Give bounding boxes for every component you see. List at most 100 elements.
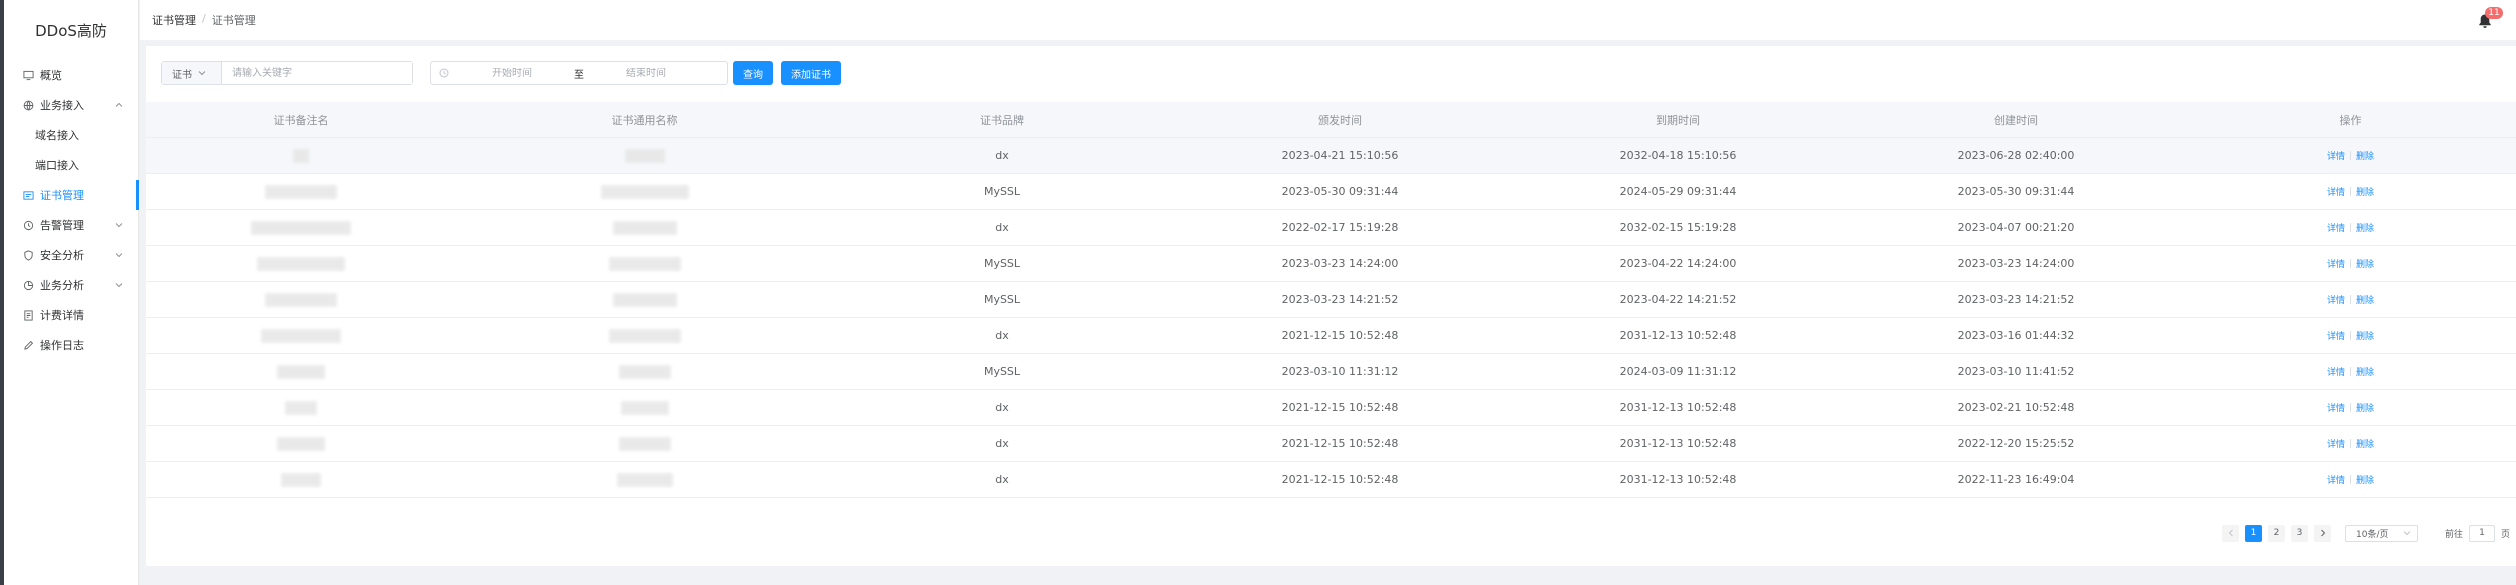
redacted-block	[277, 364, 325, 379]
cell-actions: 详情 删除	[2185, 282, 2516, 317]
query-button[interactable]: 查询	[733, 61, 773, 85]
sidebar-item-6[interactable]: 安全分析	[4, 240, 138, 270]
sidebar-item-4[interactable]: 证书管理	[4, 180, 139, 210]
column-header-remark: 证书备注名	[273, 113, 329, 127]
cell-remark-redacted	[146, 354, 456, 389]
chevron-down-icon	[2403, 531, 2411, 536]
column-header-actions: 操作	[2339, 113, 2362, 127]
detail-link[interactable]: 详情	[2327, 365, 2345, 378]
detail-link[interactable]: 详情	[2327, 293, 2345, 306]
delete-link[interactable]: 删除	[2356, 221, 2374, 234]
prev-page-button[interactable]	[2222, 524, 2239, 542]
detail-link[interactable]: 详情	[2327, 221, 2345, 234]
cell-common-name-redacted	[456, 210, 833, 245]
page-button-2[interactable]: 2	[2268, 524, 2285, 542]
cell-actions: 详情 删除	[2185, 210, 2516, 245]
detail-link[interactable]: 详情	[2327, 329, 2345, 342]
cell-common-name-redacted	[456, 174, 833, 209]
table-row: MySSL 2023-05-30 09:31:44 2024-05-29 09:31…	[146, 174, 2516, 210]
page-button-3[interactable]: 3	[2291, 524, 2308, 542]
cell-actions: 详情 删除	[2185, 174, 2516, 209]
sidebar-item-2[interactable]: 域名接入	[4, 120, 138, 150]
delete-link[interactable]: 删除	[2356, 185, 2374, 198]
table-row: MySSL 2023-03-23 14:24:00 2023-04-22 14:24…	[146, 246, 2516, 282]
cell-created: 2023-04-07 00:21:20	[1957, 221, 2075, 234]
sidebar-item-9[interactable]: 操作日志	[4, 330, 138, 360]
delete-link[interactable]: 删除	[2356, 473, 2374, 486]
sidebar-item-label: 计费详情	[40, 309, 84, 322]
cell-brand: MySSL	[983, 293, 1021, 306]
row-actions: 详情 删除	[2327, 401, 2374, 414]
sidebar-item-label: 概览	[40, 69, 62, 82]
cell-actions: 详情 删除	[2185, 354, 2516, 389]
cell-expires: 2032-04-18 15:10:56	[1619, 149, 1737, 162]
cell-common-name-redacted	[456, 426, 833, 461]
cell-brand: dx	[995, 401, 1009, 414]
sidebar-item-8[interactable]: 计费详情	[4, 300, 138, 330]
cell-remark-redacted	[146, 246, 456, 281]
redacted-block	[618, 364, 671, 379]
cell-remark-redacted	[146, 174, 456, 209]
cell-expires: 2031-12-13 10:52:48	[1619, 329, 1737, 342]
chevron-left-icon	[2228, 529, 2233, 537]
divider	[2350, 259, 2351, 268]
breadcrumb-item-parent[interactable]: 证书管理	[152, 12, 196, 28]
delete-link[interactable]: 删除	[2356, 437, 2374, 450]
cell-issued: 2021-12-15 10:52:48	[1281, 401, 1399, 414]
delete-link[interactable]: 删除	[2356, 293, 2374, 306]
divider	[2350, 475, 2351, 484]
sidebar-item-0[interactable]: 概览	[4, 60, 138, 90]
breadcrumb: 证书管理 / 证书管理	[152, 12, 256, 28]
cell-remark-redacted	[146, 462, 456, 497]
delete-link[interactable]: 删除	[2356, 149, 2374, 162]
sidebar-item-3[interactable]: 端口接入	[4, 150, 138, 180]
sidebar-item-1[interactable]: 业务接入	[4, 90, 138, 120]
column-header-brand: 证书品牌	[980, 113, 1024, 127]
redacted-block	[277, 436, 325, 451]
detail-link[interactable]: 详情	[2327, 257, 2345, 270]
sidebar-item-label: 端口接入	[35, 159, 79, 172]
next-page-button[interactable]	[2314, 524, 2331, 542]
detail-link[interactable]: 详情	[2327, 149, 2345, 162]
start-date-input[interactable]	[457, 67, 567, 79]
table-row: dx 2021-12-15 10:52:48 2031-12-13 10:52:48…	[146, 390, 2516, 426]
date-range-picker[interactable]: 至	[430, 61, 728, 85]
cell-brand: dx	[995, 221, 1009, 234]
cell-brand: MySSL	[983, 257, 1021, 270]
divider	[2350, 403, 2351, 412]
row-actions: 详情 删除	[2327, 185, 2374, 198]
end-date-input[interactable]	[591, 67, 701, 79]
cell-common-name-redacted	[456, 390, 833, 425]
keyword-input[interactable]	[222, 62, 412, 84]
cell-issued: 2022-02-17 15:19:28	[1281, 221, 1399, 234]
delete-link[interactable]: 删除	[2356, 401, 2374, 414]
cell-common-name-redacted	[456, 318, 833, 353]
goto-page-input[interactable]	[2469, 524, 2496, 542]
page-suffix: 页	[2501, 529, 2511, 540]
redacted-block	[261, 328, 341, 343]
delete-link[interactable]: 删除	[2356, 329, 2374, 342]
add-certificate-button[interactable]: 添加证书	[781, 61, 841, 85]
detail-link[interactable]: 详情	[2327, 473, 2345, 486]
search-field-select[interactable]: 证书	[162, 62, 222, 84]
delete-link[interactable]: 删除	[2356, 365, 2374, 378]
search-group: 证书	[161, 61, 413, 85]
sidebar-item-7[interactable]: 业务分析	[4, 270, 138, 300]
detail-link[interactable]: 详情	[2327, 185, 2345, 198]
redacted-block	[612, 292, 677, 307]
cell-brand: dx	[995, 149, 1009, 162]
page-button-1[interactable]: 1	[2245, 524, 2262, 542]
divider	[2350, 295, 2351, 304]
cell-brand: dx	[995, 437, 1009, 450]
cell-created: 2022-11-23 16:49:04	[1957, 473, 2075, 486]
cell-expires: 2023-04-22 14:24:00	[1619, 257, 1737, 270]
cell-common-name-redacted	[456, 282, 833, 317]
delete-link[interactable]: 删除	[2356, 257, 2374, 270]
detail-link[interactable]: 详情	[2327, 437, 2345, 450]
sidebar-item-5[interactable]: 告警管理	[4, 210, 138, 240]
cell-issued: 2023-04-21 15:10:56	[1281, 149, 1399, 162]
cell-issued: 2021-12-15 10:52:48	[1281, 329, 1399, 342]
detail-link[interactable]: 详情	[2327, 401, 2345, 414]
row-actions: 详情 删除	[2327, 257, 2374, 270]
page-size-select[interactable]: 10条/页	[2345, 524, 2418, 542]
